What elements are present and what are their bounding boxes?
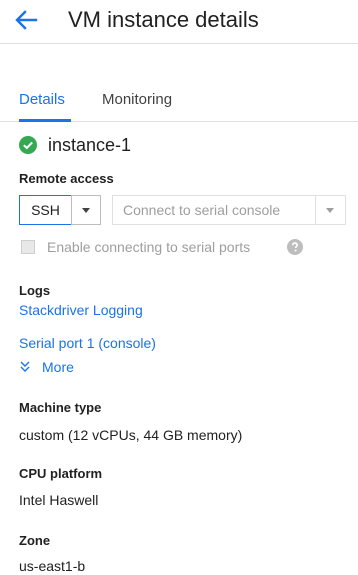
cpu-platform-label: CPU platform [19, 466, 103, 481]
serial-console-dropdown-button[interactable] [316, 195, 346, 225]
tab-monitoring[interactable]: Monitoring [102, 90, 172, 110]
remote-access-label: Remote access [19, 171, 114, 186]
check-circle-icon [19, 136, 37, 154]
double-chevron-down-icon [20, 361, 30, 372]
serial-port-console-link[interactable]: Serial port 1 (console) [19, 334, 156, 352]
ssh-button[interactable]: SSH [19, 195, 72, 225]
arrow-back-icon [15, 10, 38, 30]
caret-down-icon [82, 208, 90, 213]
zone-value: us-east1-b [19, 558, 86, 574]
cpu-platform-value: Intel Haswell [19, 492, 99, 508]
tab-details[interactable]: Details [19, 90, 65, 110]
enable-serial-ports-label: Enable connecting to serial ports [47, 239, 251, 255]
zone-label: Zone [19, 533, 51, 548]
page-title: VM instance details [68, 7, 259, 32]
machine-type-value: custom (12 vCPUs, 44 GB memory) [19, 427, 243, 443]
tab-bar: Details Monitoring [0, 88, 358, 122]
enable-serial-ports-checkbox[interactable] [21, 240, 35, 254]
help-icon[interactable] [287, 239, 303, 255]
caret-down-icon [326, 208, 334, 213]
ssh-dropdown-button[interactable] [71, 195, 101, 225]
more-label: More [42, 359, 74, 375]
logs-label: Logs [19, 283, 51, 298]
connect-serial-console-button[interactable]: Connect to serial console [112, 195, 316, 225]
back-button[interactable] [10, 5, 40, 35]
instance-name: instance-1 [48, 135, 132, 155]
machine-type-label: Machine type [19, 400, 102, 415]
active-tab-indicator [19, 119, 71, 122]
stackdriver-logging-link[interactable]: Stackdriver Logging [19, 301, 143, 319]
page-header: VM instance details [0, 0, 358, 44]
